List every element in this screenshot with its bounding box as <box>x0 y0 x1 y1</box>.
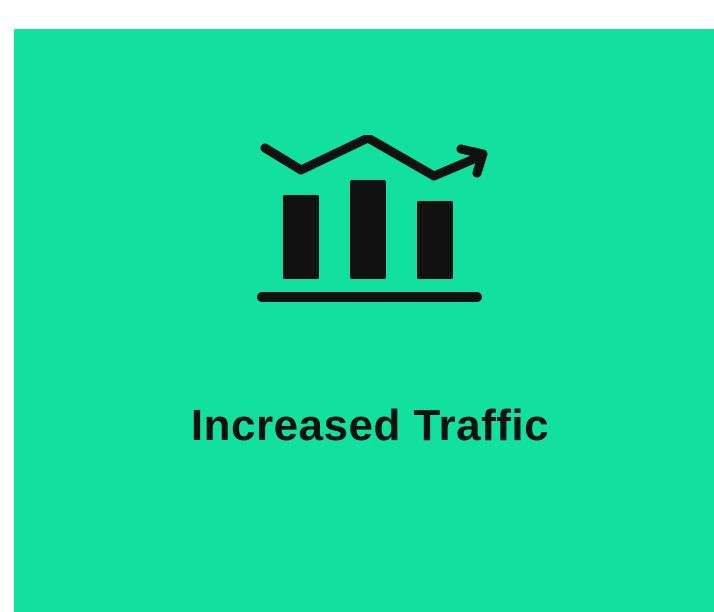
feature-card: Increased Traffic <box>14 29 714 612</box>
chart-trend-up-icon <box>257 135 488 302</box>
card-title: Increased Traffic <box>190 401 550 450</box>
